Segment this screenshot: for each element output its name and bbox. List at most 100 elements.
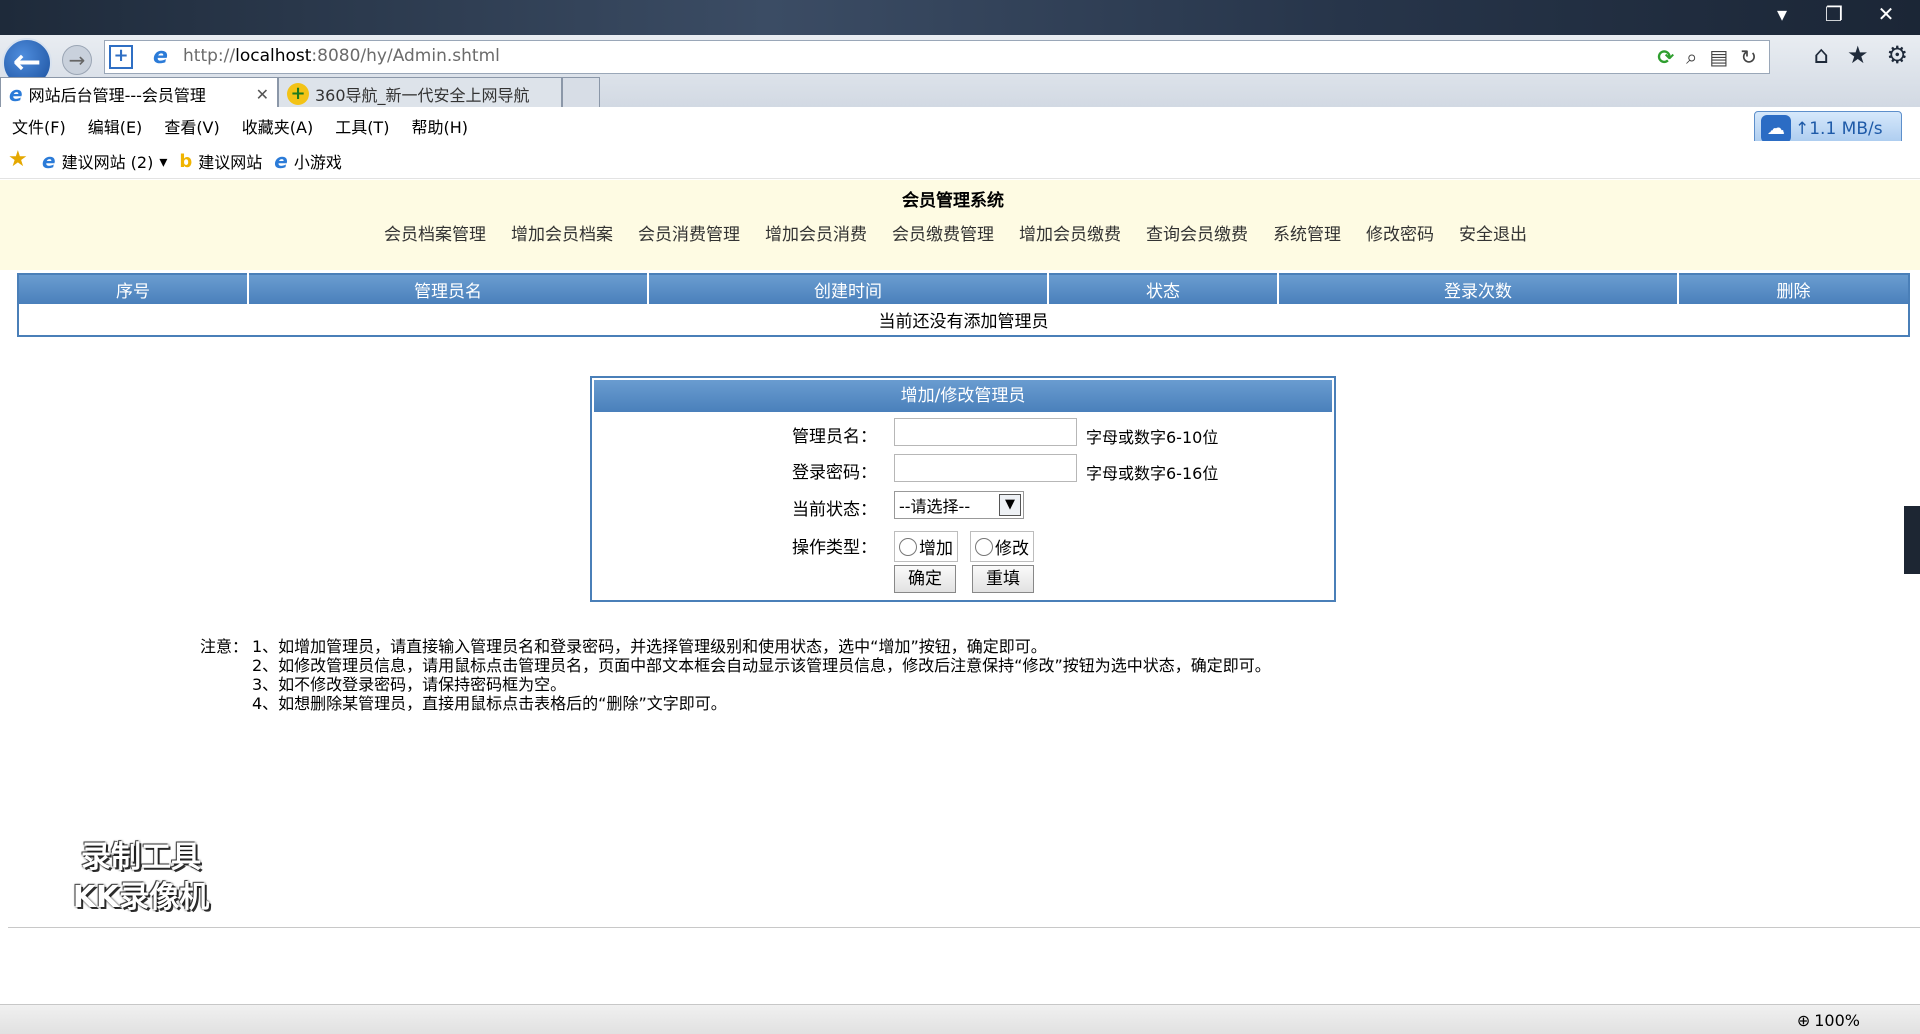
empty-message: 当前还没有添加管理员 <box>878 312 1049 332</box>
window-titlebar: ▾ ❐ ✕ <box>0 0 1920 35</box>
watermark-line: 录制工具 <box>81 840 201 875</box>
add-site-icon[interactable]: + <box>109 45 133 69</box>
compat-view-icon[interactable]: ▤ <box>1709 45 1728 69</box>
zoom-control[interactable]: ⊕ 100% <box>1797 1011 1860 1030</box>
nav-add-consumption[interactable]: 增加会员消费 <box>765 220 867 245</box>
zoom-level: 100% <box>1814 1011 1860 1030</box>
bing-icon: b <box>179 150 193 172</box>
speed-value: ↑1.1 MB/s <box>1795 119 1883 139</box>
radio-edit[interactable]: 修改 <box>970 531 1034 562</box>
col-created-time: 创建时间 <box>648 274 1049 304</box>
360-safe-icon[interactable]: ⟳ <box>1657 45 1674 69</box>
nav-consumption-manage[interactable]: 会员消费管理 <box>638 220 740 245</box>
home-icon[interactable]: ⌂ <box>1814 41 1829 69</box>
ie-page-icon: e <box>274 149 288 173</box>
admin-form: 增加/修改管理员 管理员名： 字母或数字6-10位 登录密码： 字母或数字6-1… <box>590 376 1336 602</box>
nav-add-payment[interactable]: 增加会员缴费 <box>1019 220 1121 245</box>
menu-tools[interactable]: 工具(T) <box>335 114 389 138</box>
note-row: 4、如想删除某管理员，直接用鼠标点击表格后的“删除”文字即可。 <box>200 694 1271 713</box>
confirm-button[interactable]: 确定 <box>894 565 956 593</box>
new-tab-button[interactable] <box>562 77 600 107</box>
radio-circle[interactable] <box>975 537 993 556</box>
tab-admin[interactable]: e 网站后台管理---会员管理 ✕ <box>0 77 278 107</box>
radio-edit-label: 修改 <box>995 539 1029 559</box>
col-admin-name: 管理员名 <box>248 274 649 304</box>
col-delete: 删除 <box>1678 274 1909 304</box>
col-index: 序号 <box>18 274 249 304</box>
zoom-icon: ⊕ <box>1796 1011 1811 1030</box>
tab-strip: e 网站后台管理---会员管理 ✕ + 360导航_新一代安全上网导航 <box>0 77 600 107</box>
watermark-line: KK录像机 <box>72 880 210 915</box>
close-icon[interactable]: ✕ <box>256 85 269 104</box>
address-bar[interactable]: + e http://localhost:8080/hy/Admin.shtml… <box>104 40 1770 74</box>
menu-file[interactable]: 文件(F) <box>12 114 66 138</box>
col-status: 状态 <box>1048 274 1279 304</box>
page-content: 会员管理系统 会员档案管理 增加会员档案 会员消费管理 增加会员消费 会员缴费管… <box>0 180 1920 1004</box>
radio-add[interactable]: 增加 <box>894 531 958 562</box>
state-select[interactable]: --请选择-- ▼ <box>894 491 1024 519</box>
ie-page-icon: e <box>153 44 168 69</box>
row-operation-type: 操作类型： 增加 修改 <box>592 527 1334 562</box>
col-login-count: 登录次数 <box>1278 274 1679 304</box>
password-hint: 字母或数字6-16位 <box>1086 464 1219 483</box>
cloud-icon: ☁ <box>1761 115 1791 143</box>
url-text[interactable]: http://localhost:8080/hy/Admin.shtml <box>183 46 500 66</box>
address-tools: ⟳ ⌕ ▤ ↻ <box>1657 45 1757 69</box>
chevron-down-icon[interactable]: ▾ <box>159 152 167 171</box>
radio-add-label: 增加 <box>919 539 953 559</box>
note-row: 2、如修改管理员信息，请用鼠标点击管理员名，页面中部文本框会自动显示该管理员信息… <box>200 656 1271 675</box>
note-row: 3、如不修改登录密码，请保持密码框为空。 <box>200 675 1271 694</box>
add-favorite-star-icon[interactable]: ★ <box>8 147 28 172</box>
row-state: 当前状态： --请选择-- ▼ <box>592 489 1334 523</box>
menu-view[interactable]: 查看(V) <box>164 114 219 138</box>
fav-mini-games[interactable]: e 小游戏 <box>274 149 342 173</box>
notes-lead: 注意： <box>200 637 249 656</box>
tab-label: 360导航_新一代安全上网导航 <box>315 86 530 105</box>
chevron-down-icon[interactable]: ▼ <box>999 494 1021 516</box>
radio-circle[interactable] <box>899 537 917 556</box>
password-input[interactable] <box>894 454 1077 482</box>
operation-type-radios: 增加 修改 <box>894 531 1034 562</box>
nav-logout[interactable]: 安全退出 <box>1459 220 1527 245</box>
menu-edit[interactable]: 编辑(E) <box>88 114 143 138</box>
nav-add-member-record[interactable]: 增加会员档案 <box>511 220 613 245</box>
360-nav-icon: + <box>287 83 309 105</box>
favorites-star-icon[interactable]: ★ <box>1847 41 1869 69</box>
menu-favorites[interactable]: 收藏夹(A) <box>242 114 313 138</box>
nav-system-manage[interactable]: 系统管理 <box>1273 220 1341 245</box>
refresh-icon[interactable]: ↻ <box>1740 45 1757 69</box>
password-label: 登录密码： <box>792 463 877 483</box>
row-buttons: 确定 重填 <box>592 565 1334 599</box>
side-panel-handle[interactable] <box>1904 506 1920 574</box>
nav-change-password[interactable]: 修改密码 <box>1366 220 1434 245</box>
search-icon[interactable]: ⌕ <box>1686 45 1697 69</box>
top-navigation: 会员档案管理 增加会员档案 会员消费管理 增加会员消费 会员缴费管理 增加会员缴… <box>384 220 1552 245</box>
nav-member-records[interactable]: 会员档案管理 <box>384 220 486 245</box>
admin-name-input[interactable] <box>894 418 1077 446</box>
ie-page-icon: e <box>42 149 56 173</box>
fav-label: 小游戏 <box>293 153 342 172</box>
header-band: 会员管理系统 会员档案管理 增加会员档案 会员消费管理 增加会员消费 会员缴费管… <box>0 180 1920 270</box>
reset-button[interactable]: 重填 <box>972 565 1034 593</box>
divider <box>8 927 1920 928</box>
state-label: 当前状态： <box>792 500 877 520</box>
nav-query-payment[interactable]: 查询会员缴费 <box>1146 220 1248 245</box>
table-row: 当前还没有添加管理员 <box>18 304 1909 336</box>
fav-label: 建议网站 (2) <box>61 153 154 172</box>
fav-bing-suggested[interactable]: b 建议网站 <box>179 149 262 173</box>
status-bar: ⊕ 100% <box>0 1004 1920 1034</box>
minimize-icon[interactable]: ▾ <box>1770 2 1794 26</box>
gear-icon[interactable]: ⚙ <box>1886 41 1908 69</box>
note-item: 3、如不修改登录密码，请保持密码框为空。 <box>252 675 567 694</box>
nav-payment-manage[interactable]: 会员缴费管理 <box>892 220 994 245</box>
forward-arrow-icon[interactable]: → <box>62 45 92 75</box>
row-password: 登录密码： 字母或数字6-16位 <box>592 452 1334 486</box>
notes: 注意： 1、如增加管理员，请直接输入管理员名和登录密码，并选择管理级别和使用状态… <box>200 637 1271 713</box>
tab-360-nav[interactable]: + 360导航_新一代安全上网导航 <box>278 77 562 107</box>
fav-suggested-sites[interactable]: e 建议网站 (2) ▾ <box>42 149 167 173</box>
close-icon[interactable]: ✕ <box>1874 2 1898 26</box>
row-admin-name: 管理员名： 字母或数字6-10位 <box>592 416 1334 450</box>
menu-help[interactable]: 帮助(H) <box>411 114 468 138</box>
note-item: 2、如修改管理员信息，请用鼠标点击管理员名，页面中部文本框会自动显示该管理员信息… <box>252 656 1271 675</box>
restore-icon[interactable]: ❐ <box>1822 2 1846 26</box>
